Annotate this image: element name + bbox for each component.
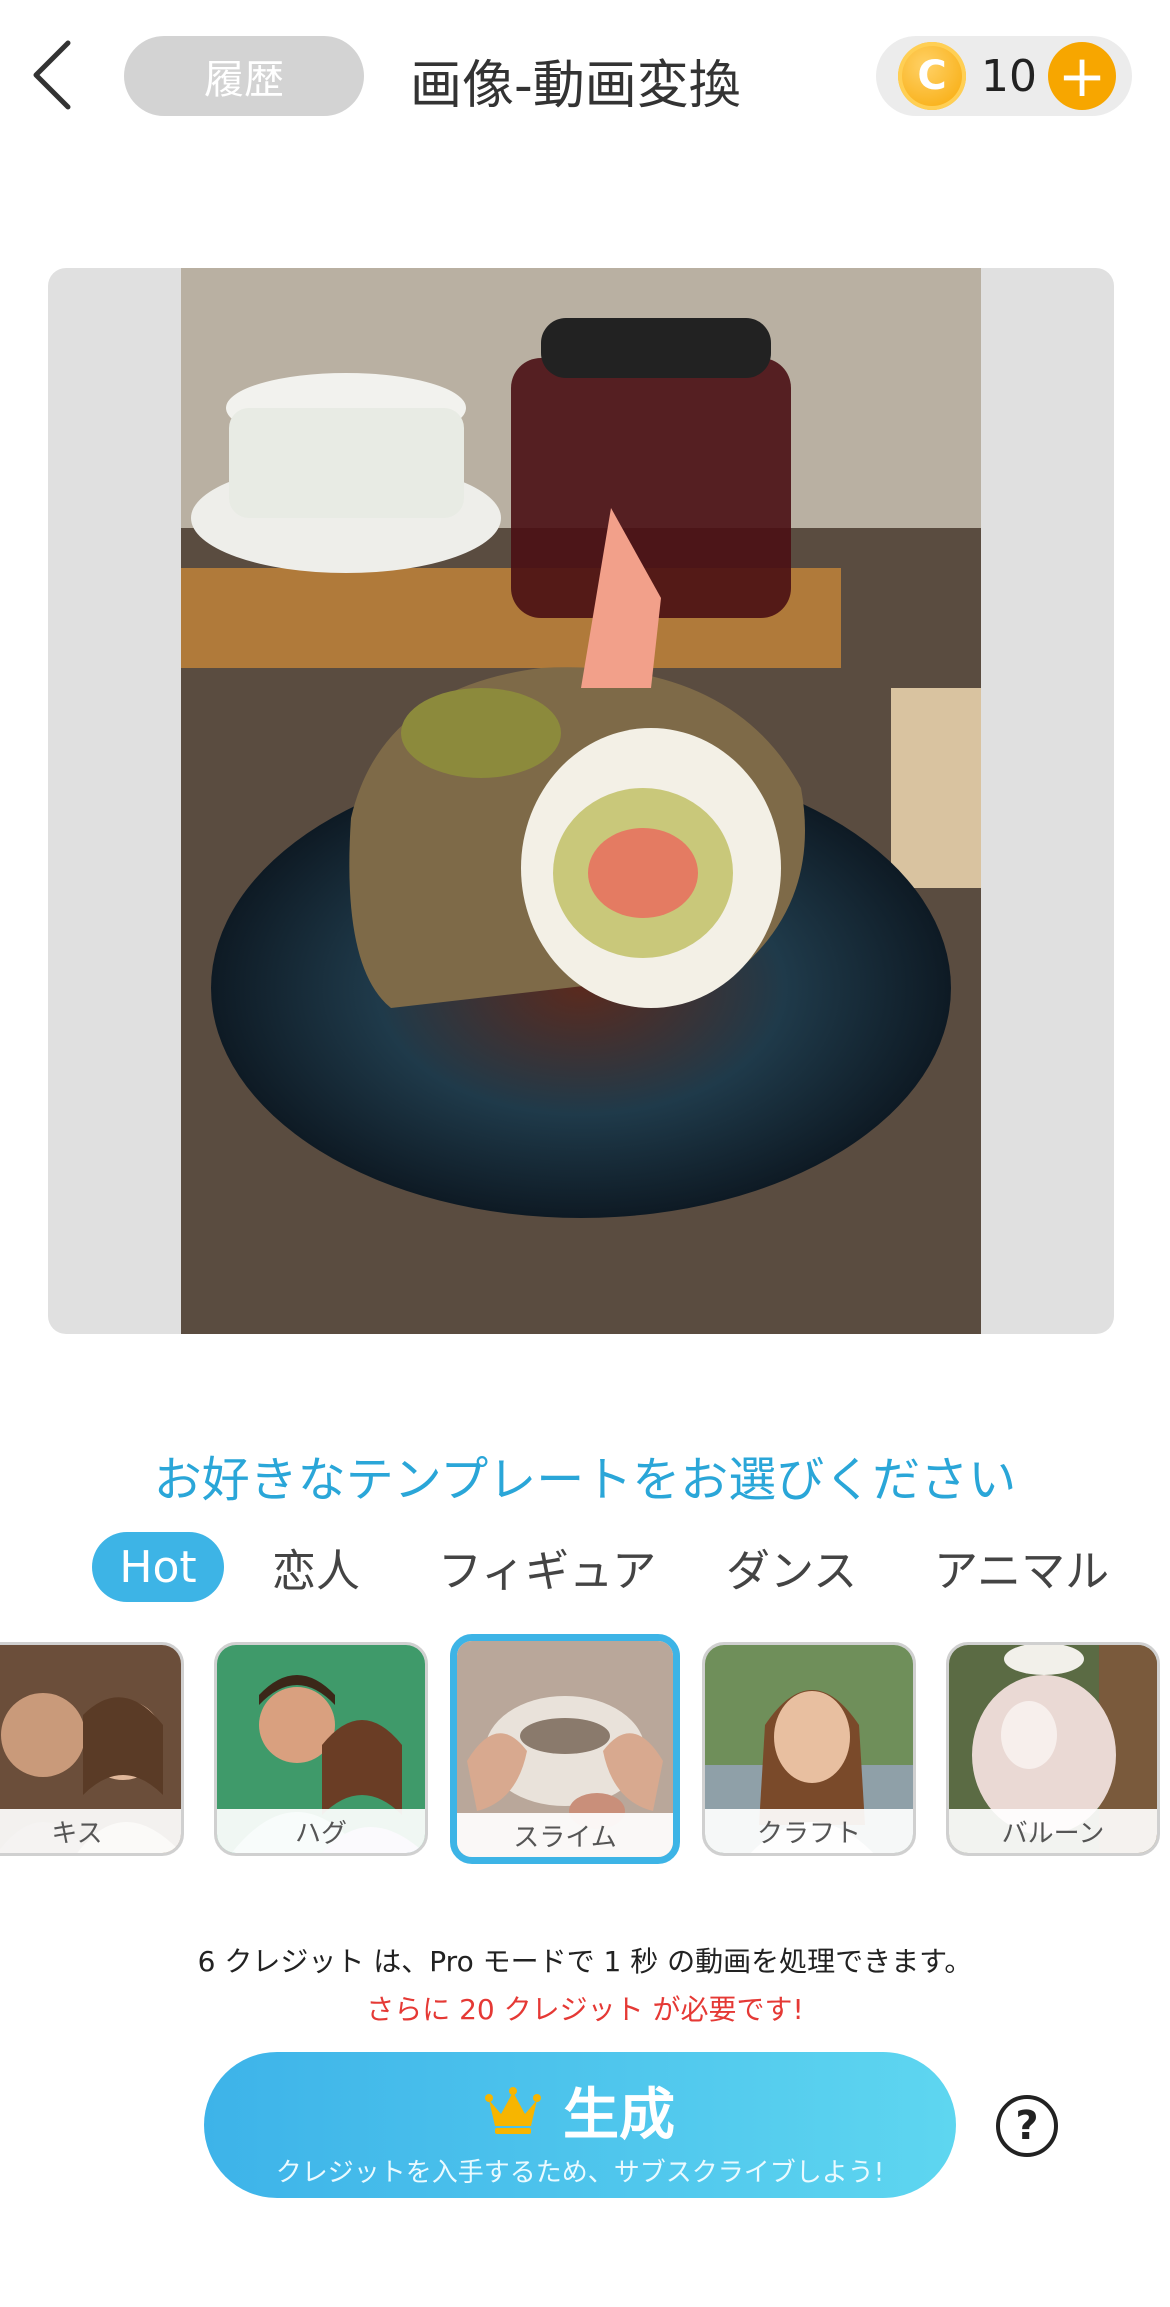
history-button[interactable]: 履歴 <box>124 36 364 116</box>
page-title: 画像-動画変換 <box>410 55 741 116</box>
credit-info: 6 クレジット は、Pro モードで 1 秒 の動画を処理できます。 <box>197 1945 973 1978</box>
category-tabs: Hot 恋人 フィギュア ダンス アニマル <box>0 1532 1170 1602</box>
template-kiss[interactable]: キス <box>0 1642 184 1856</box>
template-hug[interactable]: ハグ <box>214 1642 428 1856</box>
back-button[interactable] <box>22 30 82 120</box>
template-prompt: お好きなテンプレートをお選びください <box>153 1452 1017 1508</box>
generate-label: 生成 <box>563 2083 675 2148</box>
tab-dance[interactable]: ダンス <box>726 1532 857 1602</box>
template-craft[interactable]: クラフト <box>702 1642 916 1856</box>
tab-lovers[interactable]: 恋人 <box>272 1532 360 1602</box>
template-balloon[interactable]: バルーン <box>946 1642 1160 1856</box>
credit-count: 10 <box>981 50 1037 102</box>
template-label: キス <box>0 1809 181 1853</box>
template-label: バルーン <box>949 1809 1157 1853</box>
uploaded-photo <box>181 268 981 1334</box>
generate-button[interactable]: 生成 クレジットを入手するため、サブスクライブしよう! <box>204 2052 956 2198</box>
generate-sublabel: クレジットを入手するため、サブスクライブしよう! <box>275 2158 885 2188</box>
tab-figure[interactable]: フィギュア <box>438 1532 656 1602</box>
help-button[interactable]: ? <box>996 2095 1058 2157</box>
chevron-left-icon <box>33 40 71 110</box>
credit-warning: さらに 20 クレジット が必要です! <box>366 1993 804 2026</box>
tab-animal[interactable]: アニマル <box>934 1532 1109 1602</box>
template-label: ハグ <box>217 1809 425 1853</box>
tab-hot[interactable]: Hot <box>92 1532 224 1602</box>
template-slime[interactable]: スライム <box>450 1634 680 1864</box>
template-label: スライム <box>457 1813 673 1857</box>
credit-balance[interactable]: C 10 + <box>876 36 1132 116</box>
question-icon: ? <box>1015 2103 1039 2149</box>
image-preview-panel <box>48 268 1114 1334</box>
add-credits-button[interactable]: + <box>1048 42 1116 110</box>
template-label: クラフト <box>705 1809 913 1853</box>
coin-icon: C <box>898 42 966 110</box>
crown-icon <box>485 2086 541 2134</box>
